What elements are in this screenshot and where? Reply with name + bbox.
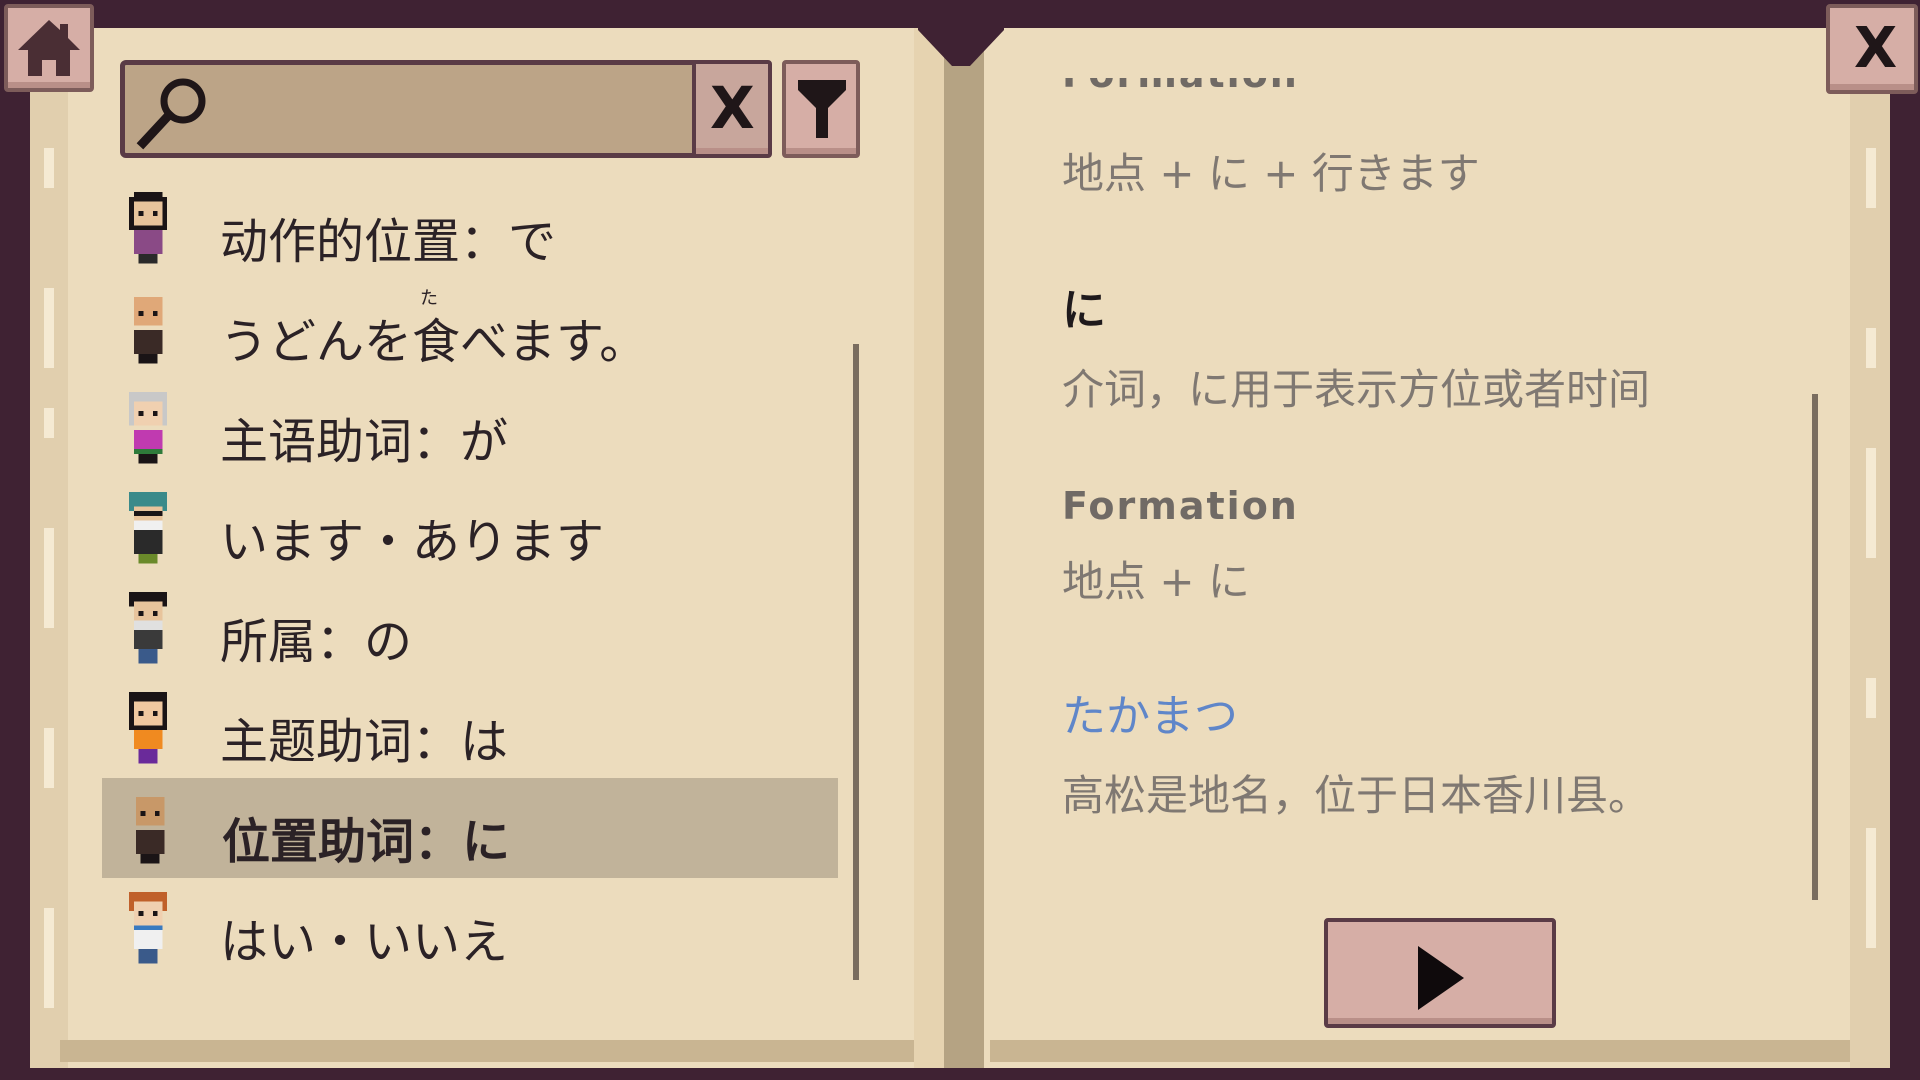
list-item-label: います・あります xyxy=(220,514,605,570)
page-stitch xyxy=(44,408,54,438)
page-bottom-edge xyxy=(60,1040,944,1062)
list-item[interactable]: 动作的位置：で xyxy=(100,178,836,278)
list-item[interactable]: はい・いいえ xyxy=(100,878,836,978)
list-item-label: はい・いいえ xyxy=(220,914,509,970)
page-stitch xyxy=(1866,678,1876,718)
list-item-label: うどんを食べます。 xyxy=(220,314,648,370)
list-item-label: 所属：の xyxy=(220,614,413,670)
list-item-label: 主语助词：が xyxy=(220,414,509,470)
book-spine xyxy=(944,28,984,1068)
list-item-label: 位置助词：に xyxy=(222,814,511,870)
page-stitch xyxy=(1866,328,1876,368)
avatar-icon xyxy=(129,692,167,764)
list-item-label: 主题助词：は xyxy=(220,714,509,770)
book-notch xyxy=(918,0,1004,66)
close-button[interactable]: X xyxy=(1826,4,1918,94)
avatar-icon xyxy=(129,392,167,464)
filter-button[interactable] xyxy=(782,60,860,158)
list-item-label: 动作的位置：で xyxy=(220,214,557,270)
page-bottom-edge xyxy=(990,1040,1850,1062)
page-stitch xyxy=(44,528,54,628)
page-stitch xyxy=(44,148,54,188)
search-clear-button[interactable]: X xyxy=(692,60,772,158)
avatar-icon xyxy=(129,492,167,564)
example-description: 高松是地名，位于日本香川县。 xyxy=(1062,771,1651,820)
avatar-icon xyxy=(129,192,167,264)
list-scrollbar[interactable] xyxy=(853,344,859,980)
clipped-heading-wrapper: Formation xyxy=(1062,78,1299,124)
spine-left xyxy=(914,28,944,1068)
entry-title: に xyxy=(1062,285,1106,336)
example-word-link[interactable]: たかまつ xyxy=(1062,680,1238,744)
avatar-icon xyxy=(129,892,167,964)
clear-label: X xyxy=(710,74,755,142)
formation-text: 地点 + に xyxy=(1062,557,1250,606)
filter-icon xyxy=(798,80,846,138)
formation-text: 地点 + に + 行きます xyxy=(1062,149,1480,198)
page-stitch xyxy=(44,288,54,368)
avatar-icon xyxy=(135,796,165,864)
formation-label: Formation xyxy=(1062,484,1299,528)
avatar-icon xyxy=(129,592,167,664)
page-stitch xyxy=(1866,828,1876,948)
list-item[interactable]: 所属：の xyxy=(100,578,836,678)
page-stitch xyxy=(44,728,54,788)
close-label: X xyxy=(1854,16,1898,81)
home-button[interactable] xyxy=(4,4,94,92)
detail-scrollbar[interactable] xyxy=(1812,394,1818,900)
play-arrow-icon xyxy=(1418,946,1464,1010)
magnifier-icon xyxy=(136,78,206,150)
avatar-icon xyxy=(133,296,163,364)
list-item[interactable]: 主语助词：が xyxy=(100,378,836,478)
next-button[interactable] xyxy=(1324,918,1556,1028)
list-item[interactable]: た うどんを食べます。 xyxy=(100,278,836,378)
clipped-heading: Formation xyxy=(1062,78,1299,96)
list-item-selected[interactable]: 位置助词：に xyxy=(102,778,838,878)
page-stitch xyxy=(1866,448,1876,558)
search-bar[interactable] xyxy=(120,60,772,158)
page-stitch xyxy=(1866,148,1876,208)
search-input[interactable] xyxy=(225,77,699,143)
page-stitch xyxy=(44,908,54,1008)
home-icon xyxy=(18,20,80,76)
entry-description: 介词，に用于表示方位或者时间 xyxy=(1062,365,1651,414)
list-item[interactable]: います・あります xyxy=(100,478,836,578)
list-item[interactable]: 主题助词：は xyxy=(100,678,836,778)
